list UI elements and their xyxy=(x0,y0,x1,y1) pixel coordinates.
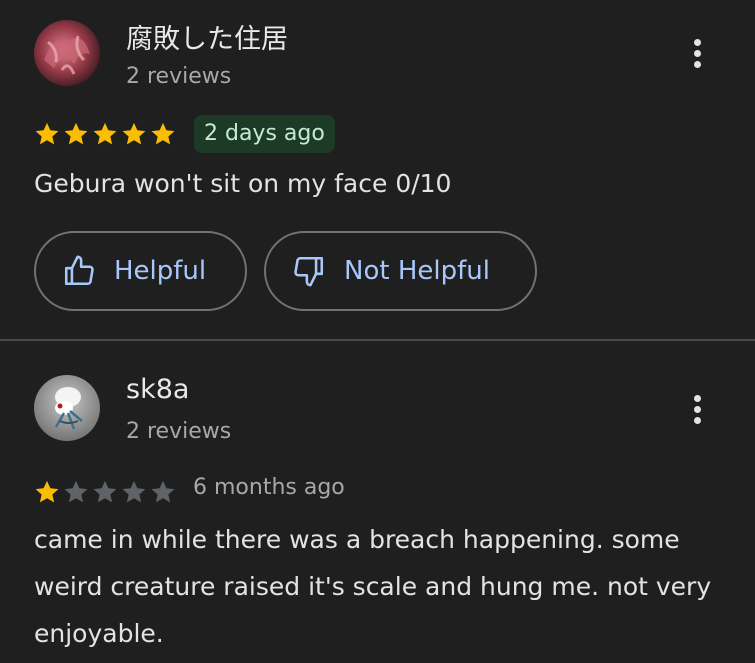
review-card: sk8a 2 reviews 6 months ago came in whil… xyxy=(0,341,755,663)
star-icon xyxy=(151,122,175,145)
star-icon xyxy=(122,480,146,503)
not-helpful-button[interactable]: Not Helpful xyxy=(264,231,537,311)
review-count: 2 reviews xyxy=(126,419,232,444)
avatar[interactable] xyxy=(34,375,100,441)
more-options-button[interactable] xyxy=(682,33,712,73)
star-icon xyxy=(151,480,175,503)
star-icon xyxy=(122,122,146,145)
star-rating xyxy=(33,478,177,506)
review-text: came in while there was a breach happeni… xyxy=(34,525,712,648)
star-icon xyxy=(64,122,88,145)
thumb-up-icon xyxy=(64,255,94,286)
more-options-button[interactable] xyxy=(682,389,712,429)
review-time-badge: 2 days ago xyxy=(194,115,335,153)
star-icon xyxy=(93,122,117,145)
author-name[interactable]: 腐敗した住居 xyxy=(126,17,288,56)
more-vert-icon xyxy=(693,38,701,46)
star-icon xyxy=(35,480,59,503)
author-name[interactable]: sk8a xyxy=(126,374,189,405)
star-rating xyxy=(33,120,177,148)
star-icon xyxy=(64,480,88,503)
avatar[interactable] xyxy=(34,20,100,86)
review-text: Gebura won't sit on my face 0/10 xyxy=(34,169,452,198)
helpful-label: Helpful xyxy=(114,256,207,286)
star-icon xyxy=(93,480,117,503)
review-count: 2 reviews xyxy=(126,64,232,89)
not-helpful-label: Not Helpful xyxy=(344,256,490,286)
helpful-button[interactable]: Helpful xyxy=(34,231,247,311)
review-time: 6 months ago xyxy=(193,475,345,500)
thumb-down-icon xyxy=(294,256,324,287)
more-vert-icon xyxy=(693,394,701,402)
star-icon xyxy=(35,122,59,145)
review-card: 腐敗した住居 2 reviews 2 days ago Gebura won't… xyxy=(0,0,755,338)
